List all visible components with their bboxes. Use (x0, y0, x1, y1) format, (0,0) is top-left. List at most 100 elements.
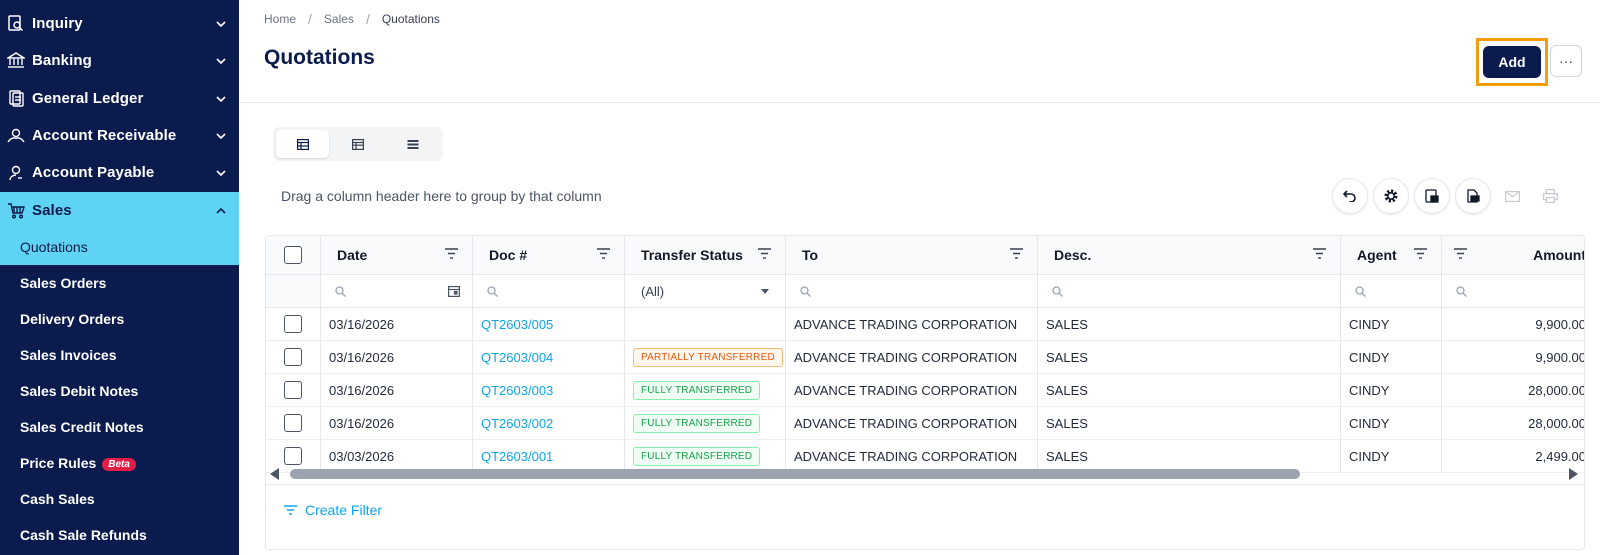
table-row[interactable]: 03/16/2026 QT2603/005 ADVANCE TRADING CO… (266, 308, 1585, 341)
view-table-button[interactable] (276, 130, 330, 158)
column-header-status[interactable]: Transfer Status (625, 236, 786, 274)
add-button[interactable]: Add (1483, 46, 1541, 78)
cell-doc-link[interactable]: QT2603/005 (473, 308, 625, 340)
sidebar-group-account-payable[interactable]: Account Payable (0, 154, 239, 191)
amount-filter-input[interactable] (1442, 275, 1584, 307)
sidebar-item-sales-orders[interactable]: Sales Orders (0, 265, 239, 301)
excel-export-icon (1425, 189, 1439, 203)
sidebar-item-quotations[interactable]: Quotations (0, 229, 239, 265)
filter-icon[interactable] (758, 248, 771, 259)
reset-layout-button[interactable] (1332, 178, 1368, 214)
sidebar-group-label: Account Receivable (32, 127, 177, 144)
cell-doc-link[interactable]: QT2603/004 (473, 341, 625, 373)
table-row[interactable]: 03/16/2026 QT2603/004 PARTIALLY TRANSFER… (266, 341, 1584, 374)
filter-icon[interactable] (597, 248, 610, 259)
cell-to: ADVANCE TRADING CORPORATION (786, 308, 1038, 340)
agent-filter-input[interactable] (1341, 275, 1442, 307)
table-row[interactable]: 03/16/2026 QT2603/003 FULLY TRANSFERRED … (266, 374, 1584, 407)
column-header-desc[interactable]: Desc. (1038, 236, 1341, 274)
export-pdf-button[interactable] (1455, 178, 1491, 214)
row-checkbox[interactable] (284, 447, 302, 465)
mail-icon (1504, 190, 1520, 202)
sidebar-item-label: Cash Sales (20, 491, 95, 507)
status-badge: FULLY TRANSFERRED (633, 413, 761, 433)
grid-filter-row: (All) (266, 275, 1584, 308)
view-list-button[interactable] (387, 130, 440, 158)
cell-doc-link[interactable]: QT2603/003 (473, 374, 625, 406)
to-filter-input[interactable] (786, 275, 1038, 307)
search-icon (1456, 285, 1467, 297)
sidebar-item-cash-sales[interactable]: Cash Sales (0, 481, 239, 517)
sidebar-group-inquiry[interactable]: Inquiry (0, 5, 239, 42)
filter-icon[interactable] (445, 248, 458, 259)
row-checkbox[interactable] (284, 381, 302, 399)
compact-view-icon (351, 138, 364, 150)
more-options-button[interactable]: ··· (1550, 45, 1582, 77)
cell-date: 03/16/2026 (321, 308, 473, 340)
sidebar-item-label: Price Rules (20, 455, 97, 471)
column-header-amount[interactable]: Amount (1442, 236, 1584, 274)
breadcrumb-home[interactable]: Home (264, 12, 296, 26)
column-settings-button[interactable] (1373, 178, 1409, 214)
search-icon (1052, 285, 1063, 297)
filter-icon[interactable] (1010, 248, 1023, 259)
sidebar-item-label: Delivery Orders (20, 311, 125, 327)
row-checkbox[interactable] (284, 348, 302, 366)
row-checkbox[interactable] (284, 315, 302, 333)
sidebar-group-label: Account Payable (32, 164, 155, 181)
column-header-doc[interactable]: Doc # (473, 236, 625, 274)
sidebar-group-label: Inquiry (32, 15, 83, 32)
breadcrumb-separator: / (308, 11, 312, 27)
view-compact-button[interactable] (331, 130, 384, 158)
column-header-to[interactable]: To (786, 236, 1038, 274)
desc-filter-input[interactable] (1038, 275, 1341, 307)
cell-doc-link[interactable]: QT2603/002 (473, 407, 625, 439)
table-row[interactable]: 03/16/2026 QT2603/002 FULLY TRANSFERRED … (266, 407, 1584, 440)
pdf-export-icon (1467, 189, 1480, 203)
search-icon (487, 285, 498, 297)
date-filter-input[interactable] (321, 275, 473, 307)
sidebar-item-cash-sale-refunds[interactable]: Cash Sale Refunds (0, 517, 239, 553)
column-header-label: Agent (1357, 247, 1397, 263)
select-all-checkbox[interactable] (284, 246, 302, 264)
status-badge: FULLY TRANSFERRED (633, 380, 761, 400)
sidebar-item-delivery-orders[interactable]: Delivery Orders (0, 301, 239, 337)
doc-filter-input[interactable] (473, 275, 625, 307)
scroll-right-icon[interactable] (1568, 468, 1578, 480)
chevron-down-icon (215, 130, 227, 142)
export-excel-button[interactable] (1414, 178, 1450, 214)
horizontal-scrollbar[interactable] (266, 466, 1584, 482)
cell-to: ADVANCE TRADING CORPORATION (786, 374, 1038, 406)
email-button[interactable] (1494, 178, 1530, 214)
scroll-left-icon[interactable] (270, 468, 280, 480)
sidebar-item-label: Sales Debit Notes (20, 383, 139, 399)
cell-amount: 9,900.00 (1535, 316, 1585, 332)
filter-icon[interactable] (1313, 248, 1326, 259)
sidebar-item-price-rules[interactable]: Price Rules Beta (0, 445, 239, 481)
sidebar-group-general-ledger[interactable]: General Ledger (0, 80, 239, 117)
print-button[interactable] (1532, 178, 1568, 214)
sidebar-group-account-receivable[interactable]: Account Receivable (0, 117, 239, 154)
sidebar-item-sales-debit-notes[interactable]: Sales Debit Notes (0, 373, 239, 409)
create-filter-button[interactable]: Create Filter (284, 502, 382, 518)
breadcrumb-separator: / (365, 11, 370, 27)
calendar-icon[interactable] (448, 285, 460, 297)
filter-cell-empty (266, 275, 321, 307)
row-checkbox-cell (266, 374, 321, 406)
status-filter-select[interactable]: (All) (625, 275, 786, 307)
column-header-agent[interactable]: Agent (1341, 236, 1442, 274)
chevron-down-icon (215, 93, 227, 105)
filter-icon (284, 505, 297, 515)
sidebar-item-sales-invoices[interactable]: Sales Invoices (0, 337, 239, 373)
filter-icon[interactable] (1454, 248, 1467, 259)
quotations-grid: Date Doc # Transfer Status To Desc. Agen… (265, 235, 1585, 550)
column-header-date[interactable]: Date (321, 236, 473, 274)
grid-footer-divider (266, 484, 1584, 485)
sidebar-item-sales-credit-notes[interactable]: Sales Credit Notes (0, 409, 239, 445)
breadcrumb-sales[interactable]: Sales (324, 12, 354, 26)
sidebar-group-banking[interactable]: Banking (0, 42, 239, 79)
scrollbar-thumb[interactable] (290, 469, 1300, 479)
row-checkbox[interactable] (284, 414, 302, 432)
sidebar-group-sales[interactable]: Sales (0, 192, 239, 229)
filter-icon[interactable] (1414, 248, 1427, 259)
